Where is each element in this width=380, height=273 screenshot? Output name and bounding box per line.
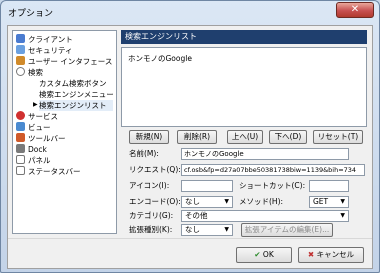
panel-header: 検索エンジンリスト bbox=[121, 30, 367, 44]
new-button[interactable]: 新規(N) bbox=[129, 130, 169, 144]
search-icon bbox=[16, 67, 25, 76]
tree-item-services[interactable]: サービス bbox=[16, 111, 58, 122]
panel-icon bbox=[16, 155, 25, 164]
tree-item-search-engine-list[interactable]: 検索エンジンリスト bbox=[39, 100, 113, 111]
toolbar-icon bbox=[16, 133, 25, 142]
dialog-client: クライアント セキュリティ ユーザー インタフェース 検索 カスタム検索ボタン … bbox=[7, 25, 373, 269]
tree-item-search[interactable]: 検索 bbox=[16, 67, 43, 78]
search-engine-list-panel: 検索エンジンリスト ホンモノのGoogle 新規(N) 削除(R) 上へ(U) … bbox=[121, 30, 367, 237]
tree-item-user-interface[interactable]: ユーザー インタフェース bbox=[16, 56, 112, 67]
request-label: リクエスト(Q): bbox=[129, 165, 181, 174]
tree-item-custom-search-button[interactable]: カスタム検索ボタン bbox=[39, 78, 107, 89]
encode-label: エンコード(O): bbox=[129, 197, 181, 206]
chevron-down-icon: ▼ bbox=[224, 226, 229, 233]
statusbar-icon bbox=[16, 166, 25, 175]
tree-item-security[interactable]: セキュリティ bbox=[16, 45, 73, 56]
tree-item-statusbar[interactable]: ステータスバー bbox=[16, 166, 81, 177]
ok-button[interactable]: ✔ OK bbox=[236, 247, 292, 263]
view-icon bbox=[16, 122, 25, 131]
delete-button[interactable]: 削除(R) bbox=[177, 130, 217, 144]
services-icon bbox=[16, 111, 25, 120]
down-button[interactable]: 下へ(D) bbox=[269, 130, 307, 144]
dock-icon bbox=[16, 144, 25, 153]
cancel-button[interactable]: ✖ キャンセル bbox=[298, 247, 364, 263]
icon-field[interactable] bbox=[181, 180, 233, 192]
tree-item-dock[interactable]: Dock bbox=[16, 144, 47, 155]
tree-item-panel[interactable]: パネル bbox=[16, 155, 51, 166]
edit-extension-button[interactable]: 拡張アイテムの編集(E)... bbox=[241, 223, 333, 237]
name-field[interactable]: ホンモノのGoogle bbox=[181, 148, 349, 160]
client-icon bbox=[16, 34, 25, 43]
up-button[interactable]: 上へ(U) bbox=[227, 130, 263, 144]
search-engine-listbox[interactable]: ホンモノのGoogle bbox=[121, 47, 367, 127]
icon-label: アイコン(I): bbox=[129, 181, 170, 190]
window-title: オプション bbox=[8, 9, 54, 19]
shortcut-label: ショートカット(C): bbox=[239, 181, 306, 190]
chevron-down-icon: ▼ bbox=[340, 198, 345, 205]
title-bar[interactable]: オプション ✕ bbox=[1, 1, 379, 23]
options-window: オプション ✕ クライアント セキュリティ ユーザー インタフェース 検索 カス… bbox=[0, 0, 380, 273]
method-label: メソッド(H): bbox=[239, 197, 284, 206]
lock-icon bbox=[16, 45, 25, 54]
tree-item-search-engine-menu[interactable]: 検索エンジンメニュー bbox=[39, 89, 114, 100]
expand-arrow-icon: ▶ bbox=[33, 101, 38, 108]
list-item[interactable]: ホンモノのGoogle bbox=[128, 53, 192, 64]
chevron-down-icon: ▼ bbox=[224, 198, 229, 205]
chevron-down-icon: ▼ bbox=[340, 212, 345, 219]
shortcut-field[interactable] bbox=[309, 180, 349, 192]
method-select[interactable]: GET ▼ bbox=[309, 196, 349, 208]
name-label: 名前(M): bbox=[129, 149, 159, 158]
cross-icon: ✖ bbox=[307, 250, 315, 259]
tree-item-view[interactable]: ビュー bbox=[16, 122, 51, 133]
ext-type-select[interactable]: なし ▼ bbox=[181, 224, 233, 236]
category-label: カテゴリ(G): bbox=[129, 211, 174, 220]
tree-item-client[interactable]: クライアント bbox=[16, 34, 73, 45]
ext-type-label: 拡張種別(K): bbox=[129, 225, 173, 234]
close-button[interactable]: ✕ bbox=[336, 2, 374, 18]
category-select[interactable]: その他 ▼ bbox=[181, 210, 349, 222]
category-tree: クライアント セキュリティ ユーザー インタフェース 検索 カスタム検索ボタン … bbox=[12, 30, 117, 234]
request-field[interactable]: cf.osb&fp=d27a07bbe50381738biw=1139&bih=… bbox=[181, 164, 365, 176]
check-icon: ✔ bbox=[254, 250, 261, 259]
reset-button[interactable]: リセット(T) bbox=[313, 130, 363, 144]
dialog-footer: ✔ OK ✖ キャンセル bbox=[8, 238, 372, 268]
user-icon bbox=[16, 56, 25, 65]
encode-select[interactable]: なし ▼ bbox=[181, 196, 233, 208]
tree-item-toolbar[interactable]: ツールバー bbox=[16, 133, 66, 144]
